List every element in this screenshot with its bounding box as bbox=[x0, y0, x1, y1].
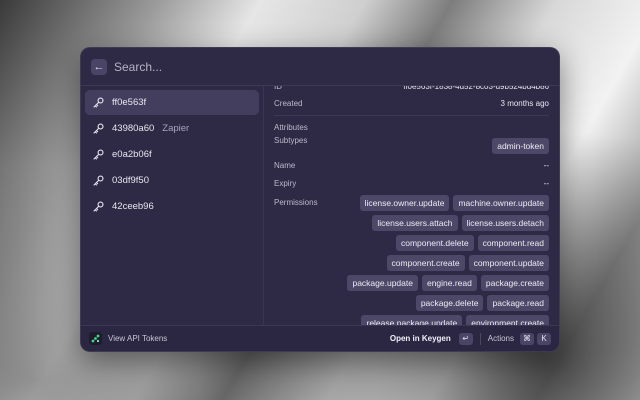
token-id: 42ceeb96 bbox=[112, 201, 154, 212]
permission-tag: package.create bbox=[480, 275, 549, 291]
token-list-item[interactable]: ff0e563f bbox=[85, 90, 259, 115]
permission-tag: engine.read bbox=[421, 275, 477, 291]
token-list-item[interactable]: 43980a60 Zapier bbox=[85, 116, 259, 141]
id-value: ff0e563f-1838-4d52-8c03-d9b524bd4b86 bbox=[403, 86, 549, 90]
permission-row: license.owner.update machine.owner.update bbox=[356, 195, 549, 215]
permission-tags: license.owner.update machine.owner.update… bbox=[343, 195, 549, 325]
key-icon bbox=[92, 200, 105, 213]
back-button[interactable]: ← bbox=[91, 58, 107, 75]
id-label: ID bbox=[274, 86, 282, 90]
permission-tag: release.package.update bbox=[361, 315, 463, 325]
token-id: 03df9f50 bbox=[112, 175, 149, 186]
detail-row-expiry: Expiry -- bbox=[274, 179, 549, 188]
keygen-logo-icon bbox=[89, 332, 102, 345]
open-in-keygen-button[interactable]: Open in Keygen bbox=[390, 334, 451, 343]
subtype-tag: admin-token bbox=[492, 138, 549, 154]
enter-key-icon: ↵ bbox=[458, 332, 473, 345]
arrow-left-icon: ← bbox=[93, 60, 105, 73]
token-list: ff0e563f 43980a60 Zapier e0a2b06f 03df9f50 42… bbox=[81, 86, 264, 325]
token-id: 43980a60 bbox=[112, 123, 155, 134]
detail-row-subtypes: Subtypes admin-token bbox=[274, 136, 549, 158]
permission-tag: environment.create bbox=[466, 315, 549, 325]
subtypes-label: Subtypes bbox=[274, 136, 308, 145]
name-label: Name bbox=[274, 161, 296, 170]
action-footer: View API Tokens Open in Keygen ↵ Actions… bbox=[81, 325, 559, 351]
actions-button[interactable]: Actions bbox=[488, 334, 514, 343]
permission-tag: package.update bbox=[347, 275, 418, 291]
detail-row-permissions: Permissions license.owner.update machine.… bbox=[274, 195, 549, 325]
permission-row: package.delete package.read bbox=[412, 295, 549, 315]
permission-tag: machine.owner.update bbox=[453, 195, 549, 211]
launcher-window: ← ff0e563f 43980a60 Zapier e0a2b06f 03df9f50… bbox=[80, 47, 560, 352]
detail-row-id: ID ff0e563f-1838-4d52-8c03-d9b524bd4b86 bbox=[274, 86, 549, 90]
permission-tag: package.delete bbox=[415, 295, 484, 311]
permission-row: license.users.attach license.users.detach bbox=[368, 215, 549, 235]
token-id: ff0e563f bbox=[112, 97, 147, 108]
permission-tag: component.read bbox=[477, 235, 549, 251]
footer-divider bbox=[479, 332, 481, 345]
attributes-heading: Attributes bbox=[274, 123, 308, 132]
permission-row: package.update engine.read package.create bbox=[343, 275, 549, 295]
permission-tag: license.users.detach bbox=[461, 215, 549, 231]
created-label: Created bbox=[274, 99, 303, 108]
k-key-icon: K bbox=[537, 332, 551, 345]
key-icon bbox=[92, 174, 105, 187]
content-area: ff0e563f 43980a60 Zapier e0a2b06f 03df9f50 42… bbox=[81, 86, 559, 325]
token-id: e0a2b06f bbox=[112, 149, 152, 160]
permission-tag: license.users.attach bbox=[372, 215, 458, 231]
permission-tag: package.read bbox=[487, 295, 549, 311]
permission-row: component.create component.update bbox=[383, 255, 549, 275]
created-value: 3 months ago bbox=[500, 99, 549, 108]
view-api-tokens-label: View API Tokens bbox=[108, 334, 168, 343]
name-value: -- bbox=[543, 161, 549, 170]
permission-row: release.package.update environment.create bbox=[357, 315, 549, 325]
token-list-item[interactable]: 42ceeb96 bbox=[85, 194, 259, 219]
permission-row: component.delete component.read bbox=[392, 235, 549, 255]
token-list-item[interactable]: 03df9f50 bbox=[85, 168, 259, 193]
command-key-icon: ⌘ bbox=[520, 332, 534, 345]
permission-tag: license.owner.update bbox=[359, 195, 450, 211]
key-icon bbox=[92, 122, 105, 135]
search-input[interactable] bbox=[114, 59, 514, 74]
search-bar: ← bbox=[81, 48, 559, 86]
detail-row-created: Created 3 months ago bbox=[274, 99, 549, 108]
attributes-heading-row: Attributes bbox=[274, 123, 549, 132]
detail-row-name: Name -- bbox=[274, 161, 549, 170]
expiry-label: Expiry bbox=[274, 179, 297, 188]
permission-tag: component.delete bbox=[395, 235, 474, 251]
token-list-item[interactable]: e0a2b06f bbox=[85, 142, 259, 167]
token-subtitle: Zapier bbox=[162, 123, 190, 134]
permissions-label: Permissions bbox=[274, 198, 318, 207]
token-detail: ID ff0e563f-1838-4d52-8c03-d9b524bd4b86 … bbox=[264, 86, 559, 325]
key-icon bbox=[92, 148, 105, 161]
permission-tag: component.update bbox=[468, 255, 549, 271]
key-icon bbox=[92, 96, 105, 109]
permission-tag: component.create bbox=[386, 255, 465, 271]
expiry-value: -- bbox=[543, 179, 549, 188]
divider bbox=[274, 115, 549, 116]
